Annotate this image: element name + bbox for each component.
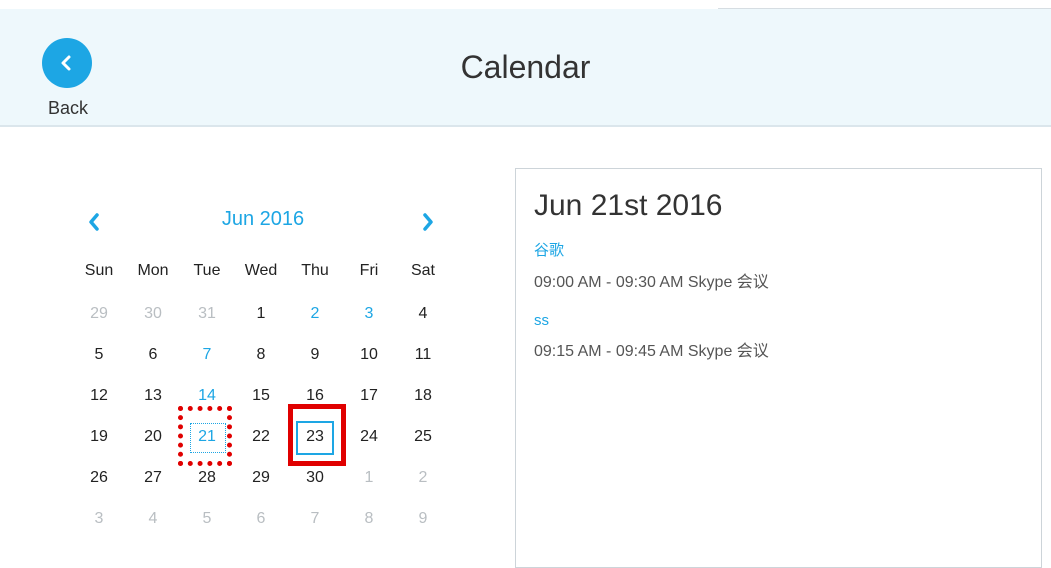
calendar-day[interactable]: 11	[396, 334, 450, 375]
event-title: ss	[534, 312, 549, 329]
calendar-day[interactable]: 29	[72, 293, 126, 334]
event-title: 谷歌	[534, 242, 565, 259]
weekday-header: Tue	[193, 262, 221, 279]
calendar-day[interactable]: 8	[234, 334, 288, 375]
calendar-day[interactable]: 10	[342, 334, 396, 375]
chevron-left-icon	[89, 213, 99, 231]
calendar-day[interactable]: 1	[342, 457, 396, 498]
calendar-day[interactable]: 12	[72, 375, 126, 416]
calendar-day[interactable]: 26	[72, 457, 126, 498]
calendar-day[interactable]: 25	[396, 416, 450, 457]
calendar-day[interactable]: 24	[342, 416, 396, 457]
month-label: Jun 2016	[221, 208, 305, 230]
weekday-header: Wed	[244, 262, 278, 279]
calendar-day[interactable]: 29	[234, 457, 288, 498]
page-title: Calendar	[460, 49, 591, 85]
calendar-day[interactable]: 7	[180, 334, 234, 375]
event-item[interactable]: 谷歌 09:00 AM - 09:30 AM Skype 会议	[534, 239, 769, 292]
calendar-day[interactable]: 18	[396, 375, 450, 416]
calendar-day[interactable]: 6	[234, 498, 288, 539]
calendar-day[interactable]: 6	[126, 334, 180, 375]
calendar-day[interactable]: 15	[234, 375, 288, 416]
calendar-day[interactable]: 7	[288, 498, 342, 539]
calendar-day[interactable]: 4	[126, 498, 180, 539]
annotation-dotted-box	[178, 406, 232, 466]
back-label[interactable]: Back	[48, 98, 88, 119]
calendar-day[interactable]: 3	[342, 293, 396, 334]
calendar-day[interactable]: 22	[234, 416, 288, 457]
calendar-day[interactable]: 31	[180, 293, 234, 334]
calendar-day[interactable]: 5	[72, 334, 126, 375]
weekday-header: Sun	[84, 262, 114, 279]
calendar-day[interactable]: 2	[396, 457, 450, 498]
weekday-header: Sat	[410, 262, 435, 279]
calendar-day[interactable]: 17	[342, 375, 396, 416]
calendar-grid: Sun Mon Tue Wed Thu Fri Sat 29 30 31 1 2 3 4 5 6 7 8 9 10 11…	[72, 252, 450, 539]
calendar-day[interactable]: 9	[288, 334, 342, 375]
weekday-header: Mon	[137, 262, 169, 279]
calendar-day[interactable]: 3	[72, 498, 126, 539]
calendar-day[interactable]: 30	[126, 293, 180, 334]
calendar-day[interactable]: 13	[126, 375, 180, 416]
chevron-right-icon	[423, 213, 433, 231]
calendar-day[interactable]: 9	[396, 498, 450, 539]
calendar-day[interactable]: 5	[180, 498, 234, 539]
calendar-day[interactable]: 2	[288, 293, 342, 334]
event-item[interactable]: ss 09:15 AM - 09:45 AM Skype 会议	[534, 312, 769, 361]
selected-date-label: Jun 21st 2016	[534, 189, 723, 222]
day-details-panel: Jun 21st 2016 谷歌 09:00 AM - 09:30 AM Sky…	[515, 168, 1042, 568]
event-time: 09:15 AM - 09:45 AM Skype 会议	[534, 343, 769, 360]
calendar-day[interactable]: 8	[342, 498, 396, 539]
prev-month-button[interactable]	[84, 210, 104, 234]
calendar-day[interactable]: 19	[72, 416, 126, 457]
top-bar	[0, 0, 1051, 9]
calendar-day[interactable]: 4	[396, 293, 450, 334]
weekday-header: Thu	[301, 262, 329, 279]
next-month-button[interactable]	[418, 210, 438, 234]
event-time: 09:00 AM - 09:30 AM Skype 会议	[534, 274, 769, 291]
annotation-solid-box	[288, 404, 346, 466]
app-header: Back Calendar	[0, 9, 1051, 127]
calendar-day[interactable]: 20	[126, 416, 180, 457]
calendar-day[interactable]: 1	[234, 293, 288, 334]
weekday-header: Fri	[359, 262, 379, 279]
calendar-day[interactable]: 27	[126, 457, 180, 498]
